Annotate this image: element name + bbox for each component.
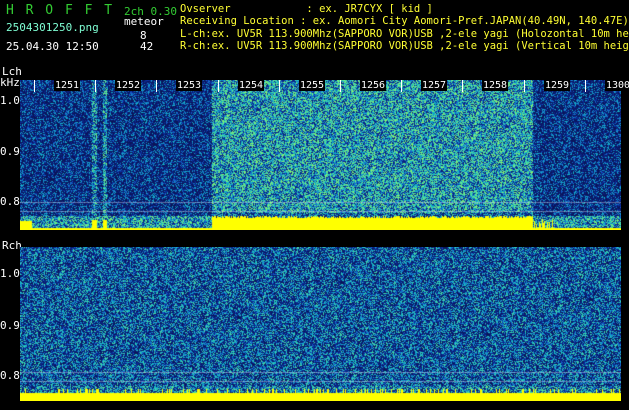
meteor-count-r: 42 [140,40,154,53]
time-tick-label: 1258 [482,80,509,91]
time-gridline [585,80,586,92]
lch-unit-label: kHz [0,76,20,89]
brand-title: H R O F F T [6,3,115,18]
meteor-label: meteor [124,15,164,28]
rch-spectrogram [20,247,621,401]
time-gridline [462,80,463,92]
time-tick-label: 1251 [54,80,81,91]
rch-ytick-0-8: 0.8 [0,369,20,382]
time-gridline [34,80,35,92]
time-tick-label: 1252 [115,80,142,91]
observer-line: Ovserver : ex. JR7CYX [ kid ] [180,3,433,15]
time-gridline [95,80,96,92]
lch-spectrogram [20,80,621,230]
lch-ytick-1-0: 1.0 [0,94,20,107]
lch-info-line: L-ch:ex. UV5R 113.900Mhz(SAPPORO VOR)USB… [180,28,629,40]
time-tick-label: 1257 [421,80,448,91]
filename: 2504301250.png [6,21,99,34]
time-tick-label: 1253 [176,80,203,91]
rch-info-line: R-ch:ex. UV5R 113.900Mhz(SAPPORO VOR)USB… [180,40,629,52]
rch-label: Rch [2,239,22,252]
rch-ytick-0-9: 0.9 [0,319,20,332]
rch-ytick-1-0: 1.0 [0,267,20,280]
time-tick-label: 1259 [544,80,571,91]
lch-ytick-0-8: 0.8 [0,195,20,208]
time-tick-label: 1300 [605,80,629,91]
time-gridline [401,80,402,92]
time-gridline [524,80,525,92]
lch-ytick-0-9: 0.9 [0,145,20,158]
time-tick-label: 1255 [299,80,326,91]
location-line: Receiving Location : ex. Aomori City Aom… [180,15,629,27]
time-gridline [156,80,157,92]
time-gridline [218,80,219,92]
time-tick-label: 1256 [360,80,387,91]
time-gridline [340,80,341,92]
time-gridline [279,80,280,92]
datetime: 25.04.30 12:50 [6,40,99,53]
time-tick-label: 1254 [238,80,265,91]
